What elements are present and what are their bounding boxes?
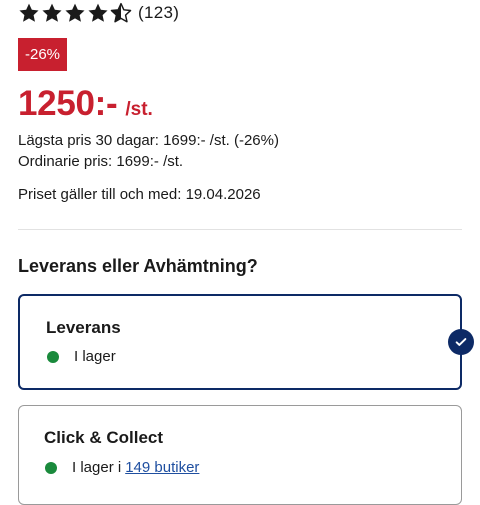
click-collect-option-card[interactable]: Click & Collect I lager i 149 butiker <box>18 405 462 505</box>
rating-stars <box>18 2 132 24</box>
store-availability-link[interactable]: 149 butiker <box>125 459 199 476</box>
delivery-stock-label: I lager <box>74 348 116 365</box>
price-row: 1250:- /st. <box>18 84 153 124</box>
delivery-option-title: Leverans <box>46 318 121 337</box>
star-icon <box>65 3 85 22</box>
selected-check-badge <box>448 329 474 355</box>
delivery-option-card[interactable]: Leverans I lager <box>18 294 462 390</box>
fulfillment-heading: Leverans eller Avhämtning? <box>18 256 258 276</box>
regular-price: Ordinarie pris: 1699:- /st. <box>18 153 184 170</box>
star-icon <box>88 3 108 22</box>
click-collect-stock-status: I lager i 149 butiker <box>45 459 199 476</box>
star-icon <box>42 3 62 22</box>
discount-badge: -26% <box>18 38 67 71</box>
in-stock-dot-icon <box>47 350 59 363</box>
price-valid-until: Priset gäller till och med: 19.04.2026 <box>18 186 261 203</box>
click-collect-stock-label: I lager i <box>72 459 122 476</box>
price-amount: 1250:- <box>18 84 118 123</box>
rating-count: (123) <box>138 3 180 22</box>
lowest-price-30-days: Lägsta pris 30 dagar: 1699:- /st. (-26%) <box>18 132 279 149</box>
section-divider <box>18 229 462 230</box>
product-rating[interactable]: (123) <box>18 2 179 24</box>
star-icon <box>19 3 39 22</box>
click-collect-option-title: Click & Collect <box>44 428 164 447</box>
price-unit: /st. <box>125 99 153 120</box>
delivery-stock-status: I lager <box>47 348 116 365</box>
in-stock-dot-icon <box>45 461 57 474</box>
checkmark-icon <box>455 338 467 346</box>
star-half-icon <box>110 2 132 23</box>
